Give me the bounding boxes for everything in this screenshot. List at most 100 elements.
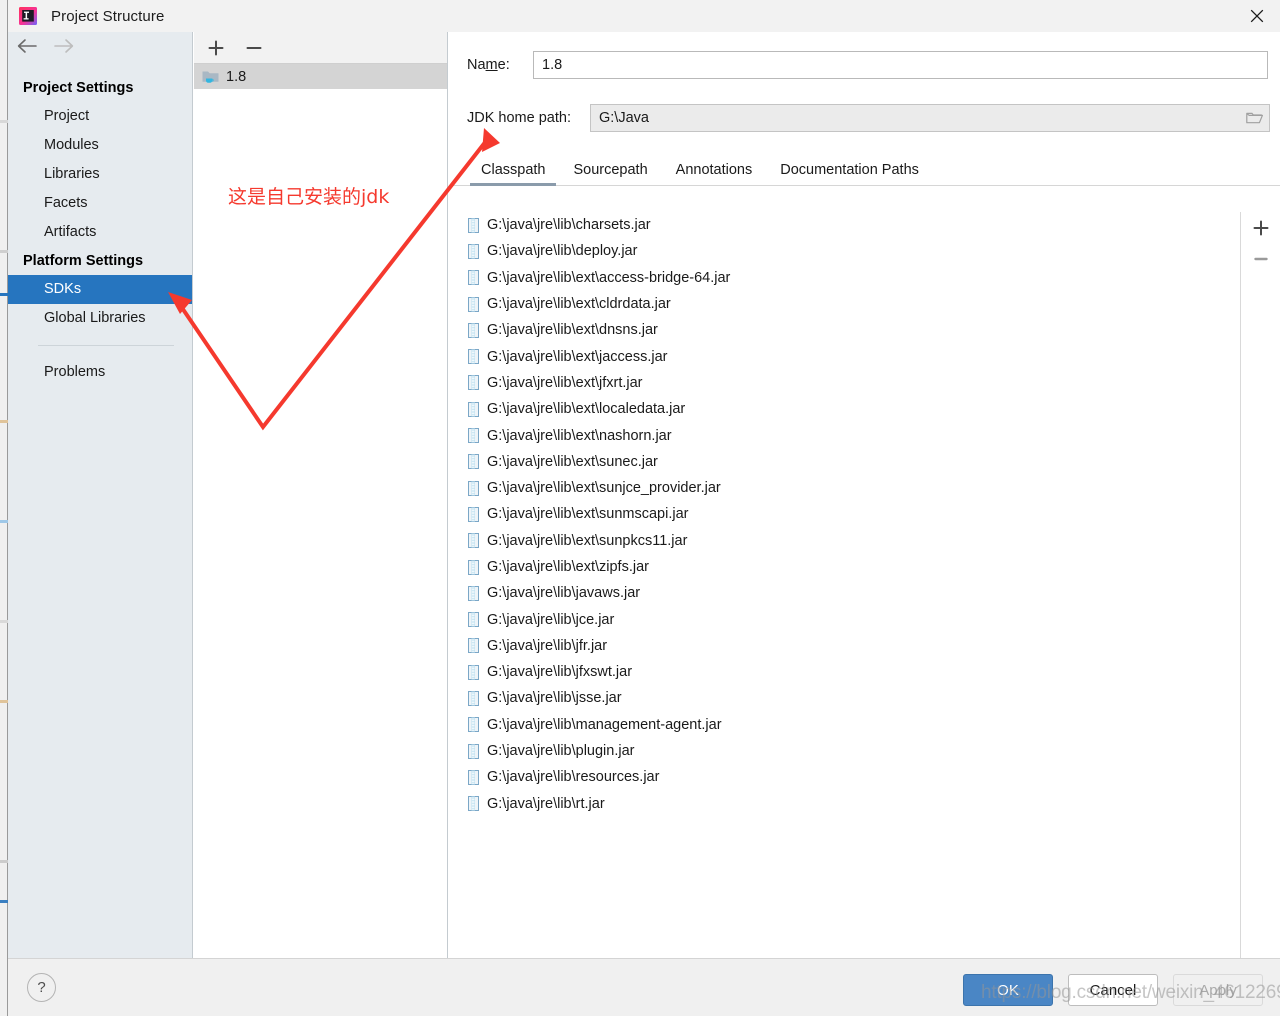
classpath-entry-label: G:\java\jre\lib\rt.jar bbox=[487, 795, 605, 812]
apply-button[interactable]: Apply bbox=[1173, 974, 1263, 1006]
classpath-entry[interactable]: G:\java\jre\lib\ext\sunpkcs11.jar bbox=[461, 528, 1240, 554]
classpath-entry-label: G:\java\jre\lib\ext\dnsns.jar bbox=[487, 322, 658, 339]
classpath-entry[interactable]: G:\java\jre\lib\ext\zipfs.jar bbox=[461, 554, 1240, 580]
ok-button[interactable]: OK bbox=[963, 974, 1053, 1006]
arrow-right-icon[interactable] bbox=[53, 38, 75, 59]
background-window-sliver bbox=[0, 0, 8, 1016]
sidebar-group-project-settings: Project Settings bbox=[23, 80, 134, 96]
classpath-entry[interactable]: G:\java\jre\lib\jfr.jar bbox=[461, 633, 1240, 659]
plus-icon[interactable] bbox=[204, 36, 228, 60]
classpath-entry-label: G:\java\jre\lib\charsets.jar bbox=[487, 217, 651, 234]
classpath-entry[interactable]: G:\java\jre\lib\resources.jar bbox=[461, 764, 1240, 790]
tab-documentation-paths[interactable]: Documentation Paths bbox=[766, 162, 933, 185]
sidebar-divider bbox=[38, 345, 174, 346]
jdk-home-path-label: JDK home path: bbox=[467, 110, 571, 126]
jdk-home-path-row: JDK home path: G:\Java bbox=[449, 104, 1280, 132]
classpath-entry[interactable]: G:\java\jre\lib\ext\sunec.jar bbox=[461, 449, 1240, 475]
jar-file-icon bbox=[468, 506, 479, 522]
classpath-entry[interactable]: G:\java\jre\lib\ext\cldrdata.jar bbox=[461, 291, 1240, 317]
jar-file-icon bbox=[468, 270, 479, 286]
minus-icon[interactable] bbox=[1241, 243, 1280, 274]
dialog-body: Project Settings Project Modules Librari… bbox=[8, 32, 1280, 958]
detail-tabs: Classpath Sourcepath Annotations Documen… bbox=[449, 153, 1280, 186]
sidebar-item-libraries[interactable]: Libraries bbox=[8, 160, 192, 189]
classpath-entry-label: G:\java\jre\lib\ext\sunjce_provider.jar bbox=[487, 480, 721, 497]
classpath-entry-label: G:\java\jre\lib\jce.jar bbox=[487, 611, 615, 628]
minus-icon[interactable] bbox=[242, 36, 266, 60]
classpath-entry-label: G:\java\jre\lib\javaws.jar bbox=[487, 585, 641, 602]
jdk-folder-icon bbox=[202, 69, 219, 84]
classpath-entry[interactable]: G:\java\jre\lib\ext\dnsns.jar bbox=[461, 317, 1240, 343]
sidebar-item-facets[interactable]: Facets bbox=[8, 189, 192, 218]
classpath-entry[interactable]: G:\java\jre\lib\deploy.jar bbox=[461, 238, 1240, 264]
classpath-entry[interactable]: G:\java\jre\lib\ext\nashorn.jar bbox=[461, 422, 1240, 448]
classpath-entry-label: G:\java\jre\lib\ext\jfxrt.jar bbox=[487, 374, 643, 391]
classpath-entry[interactable]: G:\java\jre\lib\ext\sunjce_provider.jar bbox=[461, 475, 1240, 501]
name-input[interactable]: 1.8 bbox=[533, 51, 1268, 79]
sdk-list-item-label: 1.8 bbox=[226, 68, 247, 85]
classpath-entry-label: G:\java\jre\lib\resources.jar bbox=[487, 769, 660, 786]
classpath-entry-label: G:\java\jre\lib\ext\sunpkcs11.jar bbox=[487, 532, 688, 549]
jar-file-icon bbox=[468, 743, 479, 759]
classpath-entry[interactable]: G:\java\jre\lib\charsets.jar bbox=[461, 212, 1240, 238]
classpath-entry[interactable]: G:\java\jre\lib\plugin.jar bbox=[461, 738, 1240, 764]
classpath-entry[interactable]: G:\java\jre\lib\ext\access-bridge-64.jar bbox=[461, 265, 1240, 291]
classpath-entry-label: G:\java\jre\lib\ext\zipfs.jar bbox=[487, 559, 649, 575]
jar-file-icon bbox=[468, 612, 479, 628]
classpath-entry-label: G:\java\jre\lib\jfr.jar bbox=[487, 637, 608, 654]
classpath-list[interactable]: G:\java\jre\lib\charsets.jar G:\java\jre\… bbox=[461, 212, 1241, 958]
sidebar-group-platform-settings: Platform Settings bbox=[23, 253, 144, 269]
sidebar-sections: Project Settings Project Modules Librari… bbox=[8, 64, 192, 387]
plus-icon[interactable] bbox=[1241, 212, 1280, 243]
jdk-home-path-input[interactable]: G:\Java bbox=[590, 104, 1270, 132]
jar-file-icon bbox=[468, 796, 479, 812]
cancel-button[interactable]: Cancel bbox=[1068, 974, 1158, 1006]
jar-file-icon bbox=[468, 349, 479, 365]
close-icon[interactable] bbox=[1234, 0, 1280, 32]
jar-file-icon bbox=[468, 638, 479, 654]
classpath-entry-label: G:\java\jre\lib\ext\access-bridge-64.jar bbox=[487, 269, 731, 286]
sidebar-item-modules[interactable]: Modules bbox=[8, 131, 192, 160]
classpath-entry-label: G:\java\jre\lib\ext\sunec.jar bbox=[487, 453, 658, 470]
classpath-entry-label: G:\java\jre\lib\deploy.jar bbox=[487, 243, 638, 260]
tab-classpath[interactable]: Classpath bbox=[467, 162, 559, 186]
jar-file-icon bbox=[468, 322, 479, 338]
jar-file-icon bbox=[468, 401, 479, 417]
classpath-entry-label: G:\java\jre\lib\jfxswt.jar bbox=[487, 664, 633, 681]
sidebar-item-sdks[interactable]: SDKs bbox=[8, 275, 192, 304]
classpath-entry[interactable]: G:\java\jre\lib\jsse.jar bbox=[461, 685, 1240, 711]
classpath-entry[interactable]: G:\java\jre\lib\ext\localedata.jar bbox=[461, 396, 1240, 422]
jar-file-icon bbox=[468, 454, 479, 470]
classpath-entry[interactable]: G:\java\jre\lib\ext\sunmscapi.jar bbox=[461, 501, 1240, 527]
tab-annotations[interactable]: Annotations bbox=[662, 162, 767, 185]
jar-file-icon bbox=[468, 533, 479, 549]
sidebar-item-artifacts[interactable]: Artifacts bbox=[8, 218, 192, 247]
classpath-entry[interactable]: G:\java\jre\lib\jce.jar bbox=[461, 606, 1240, 632]
classpath-entry-label: G:\java\jre\lib\jsse.jar bbox=[487, 690, 622, 707]
sidebar-item-problems[interactable]: Problems bbox=[8, 358, 192, 387]
jar-file-icon bbox=[468, 428, 479, 444]
jar-file-icon bbox=[468, 690, 479, 706]
jar-file-icon bbox=[468, 717, 479, 733]
tab-sourcepath[interactable]: Sourcepath bbox=[559, 162, 661, 185]
sdk-list-item-1-8[interactable]: 1.8 bbox=[194, 64, 447, 89]
classpath-entry-label: G:\java\jre\lib\ext\nashorn.jar bbox=[487, 427, 672, 444]
question-mark-icon[interactable]: ? bbox=[27, 973, 56, 1002]
classpath-entry[interactable]: G:\java\jre\lib\javaws.jar bbox=[461, 580, 1240, 606]
jar-file-icon bbox=[468, 480, 479, 496]
jar-file-icon bbox=[468, 585, 479, 601]
sidebar-item-project[interactable]: Project bbox=[8, 102, 192, 131]
jar-file-icon bbox=[468, 296, 479, 312]
jar-file-icon bbox=[468, 769, 479, 785]
classpath-entry[interactable]: G:\java\jre\lib\jfxswt.jar bbox=[461, 659, 1240, 685]
arrow-left-icon[interactable] bbox=[16, 38, 38, 59]
sdk-detail-panel: Name: 1.8 JDK home path: G:\Java Classpa… bbox=[449, 32, 1280, 958]
classpath-entry-label: G:\java\jre\lib\ext\jaccess.jar bbox=[487, 348, 668, 365]
folder-browse-icon[interactable] bbox=[1240, 104, 1268, 132]
sdk-list-panel: 1.8 bbox=[194, 32, 448, 958]
classpath-entry[interactable]: G:\java\jre\lib\management-agent.jar bbox=[461, 712, 1240, 738]
sidebar-item-global-libraries[interactable]: Global Libraries bbox=[8, 304, 192, 333]
classpath-entry[interactable]: G:\java\jre\lib\rt.jar bbox=[461, 791, 1240, 817]
classpath-entry[interactable]: G:\java\jre\lib\ext\jfxrt.jar bbox=[461, 370, 1240, 396]
classpath-entry[interactable]: G:\java\jre\lib\ext\jaccess.jar bbox=[461, 343, 1240, 369]
